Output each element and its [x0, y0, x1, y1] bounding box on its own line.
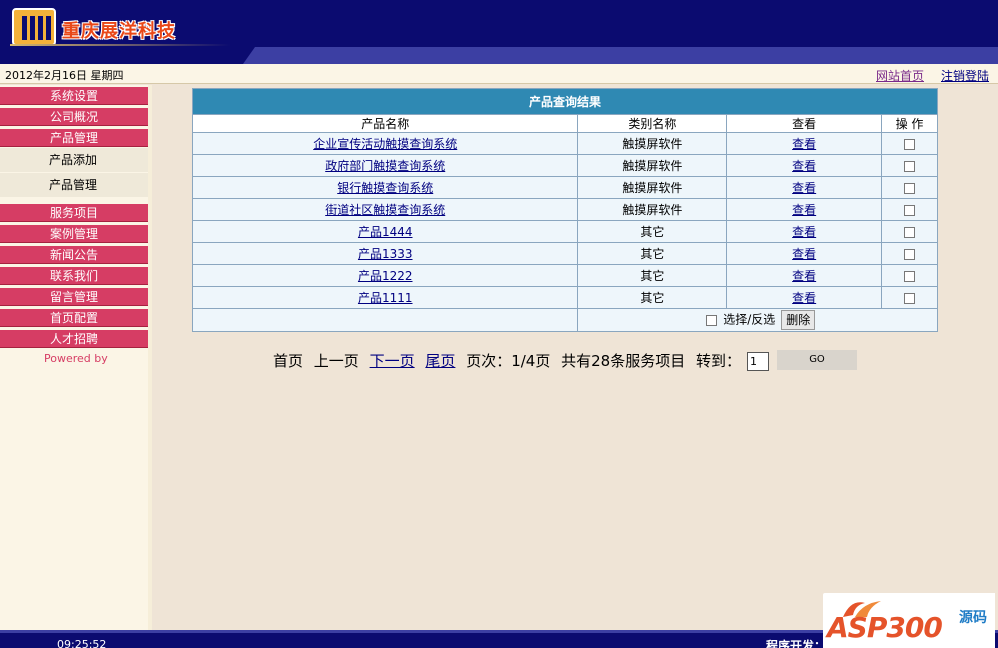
- row-checkbox[interactable]: [904, 204, 916, 216]
- product-name-link[interactable]: 产品1333: [358, 247, 413, 261]
- site-home-link[interactable]: 网站首页: [876, 67, 924, 84]
- sidebar-item-system-settings[interactable]: 系统设置: [0, 87, 148, 105]
- sidebar-item-news[interactable]: 新闻公告: [0, 246, 148, 264]
- pager-total: 共有28条服务项目: [561, 352, 686, 370]
- sidebar-item-services[interactable]: 服务项目: [0, 204, 148, 222]
- page-number-input[interactable]: 1: [747, 352, 770, 371]
- product-name-link[interactable]: 产品1444: [358, 225, 413, 239]
- table-row: 产品1111 其它 查看: [191, 286, 938, 309]
- view-link[interactable]: 查看: [792, 159, 816, 173]
- company-logo-icon: [12, 8, 56, 46]
- row-checkbox[interactable]: [904, 270, 916, 282]
- company-name: 重庆展洋科技: [62, 21, 176, 42]
- select-all-checkbox[interactable]: [706, 314, 718, 326]
- category-cell: 触摸屏软件: [577, 176, 728, 199]
- view-link[interactable]: 查看: [792, 291, 816, 305]
- watermark-text: ASP300: [827, 611, 943, 644]
- pagination: 首页 上一页 下一页 尾页 页次：1/4页 共有28条服务项目 转到： 1: [273, 350, 775, 371]
- sidebar-subitem-product-add[interactable]: 产品添加: [0, 148, 148, 172]
- category-cell: 触摸屏软件: [577, 132, 728, 155]
- category-cell: 触摸屏软件: [577, 154, 728, 177]
- bulk-action-cell: 选择/反选 删除: [577, 308, 938, 332]
- header-banner: 重庆展洋科技: [0, 0, 998, 64]
- clock-time: 09:25:52: [57, 638, 107, 648]
- column-header-category: 类别名称: [577, 114, 728, 133]
- table-row: 产品1333 其它 查看: [191, 242, 938, 265]
- row-checkbox[interactable]: [904, 182, 916, 194]
- view-link[interactable]: 查看: [792, 225, 816, 239]
- sidebar-item-recruitment[interactable]: 人才招聘: [0, 330, 148, 348]
- sidebar-item-homepage-config[interactable]: 首页配置: [0, 309, 148, 327]
- product-name-link[interactable]: 政府部门触摸查询系统: [325, 159, 445, 173]
- category-cell: 其它: [577, 264, 728, 287]
- pager-page-info: 页次：1/4页: [466, 352, 551, 370]
- row-checkbox[interactable]: [904, 292, 916, 304]
- table-header-row: 产品名称 类别名称 查看 操 作: [191, 114, 938, 133]
- sidebar-item-product-management[interactable]: 产品管理: [0, 129, 148, 147]
- go-button[interactable]: GO: [777, 350, 857, 370]
- product-name-link[interactable]: 街道社区触摸查询系统: [325, 203, 445, 217]
- category-cell: 其它: [577, 220, 728, 243]
- pager-first: 首页: [273, 352, 304, 370]
- view-link[interactable]: 查看: [792, 247, 816, 261]
- pager-goto-label: 转到：: [696, 352, 742, 370]
- sidebar: 系统设置 公司概况 产品管理 产品添加 产品管理 服务项目 案例管理 新闻公告 …: [0, 85, 152, 630]
- delete-button[interactable]: 删除: [781, 310, 816, 330]
- view-link[interactable]: 查看: [792, 269, 816, 283]
- info-bar: 2012年2月16日 星期四 网站首页 注销登陆: [0, 64, 998, 84]
- select-all-label: 选择/反选: [723, 312, 776, 327]
- footer-empty-cell: [191, 308, 579, 332]
- category-cell: 其它: [577, 286, 728, 309]
- table-row: 产品1222 其它 查看: [191, 264, 938, 287]
- category-cell: 触摸屏软件: [577, 198, 728, 221]
- product-name-link[interactable]: 企业宣传活动触摸查询系统: [313, 137, 457, 151]
- table-row: 街道社区触摸查询系统 触摸屏软件 查看: [191, 198, 938, 221]
- table-row: 银行触摸查询系统 触摸屏软件 查看: [191, 176, 938, 199]
- view-link[interactable]: 查看: [792, 203, 816, 217]
- table-row: 政府部门触摸查询系统 触摸屏软件 查看: [191, 154, 938, 177]
- row-checkbox[interactable]: [904, 138, 916, 150]
- column-header-product-name: 产品名称: [191, 114, 579, 133]
- product-name-link[interactable]: 产品1222: [358, 269, 413, 283]
- table-row: 企业宣传活动触摸查询系统 触摸屏软件 查看: [191, 132, 938, 155]
- sidebar-item-cases[interactable]: 案例管理: [0, 225, 148, 243]
- pager-next-link[interactable]: 下一页: [370, 352, 415, 370]
- column-header-action: 操 作: [881, 114, 938, 133]
- pager-last-link[interactable]: 尾页: [425, 352, 455, 370]
- product-name-link[interactable]: 银行触摸查询系统: [337, 181, 433, 195]
- asp300-watermark: ASP300 源码: [823, 593, 995, 648]
- sidebar-item-company-overview[interactable]: 公司概况: [0, 108, 148, 126]
- product-name-link[interactable]: 产品1111: [358, 291, 413, 305]
- sidebar-edge: [148, 85, 152, 630]
- row-checkbox[interactable]: [904, 248, 916, 260]
- row-checkbox[interactable]: [904, 160, 916, 172]
- sidebar-item-messages[interactable]: 留言管理: [0, 288, 148, 306]
- category-cell: 其它: [577, 242, 728, 265]
- table-title: 产品查询结果: [192, 88, 938, 115]
- sidebar-item-contact[interactable]: 联系我们: [0, 267, 148, 285]
- developer-credit: 程序开发：: [766, 639, 827, 648]
- current-date: 2012年2月16日 星期四: [5, 69, 124, 82]
- product-results-table: 产品查询结果 产品名称 类别名称 查看 操 作 企业宣传活动触摸查询系统 触摸屏…: [191, 88, 938, 332]
- column-header-view: 查看: [726, 114, 883, 133]
- logout-link[interactable]: 注销登陆: [941, 67, 989, 84]
- view-link[interactable]: 查看: [792, 137, 816, 151]
- powered-by-text: Powered by: [44, 352, 108, 365]
- table-row: 产品1444 其它 查看: [191, 220, 938, 243]
- sidebar-subitem-product-manage[interactable]: 产品管理: [0, 173, 148, 197]
- logo-underline: [10, 44, 230, 46]
- row-checkbox[interactable]: [904, 226, 916, 238]
- pager-prev: 上一页: [313, 352, 359, 370]
- header-band: [243, 47, 998, 64]
- watermark-side-text: 源码: [959, 610, 987, 626]
- view-link[interactable]: 查看: [792, 181, 816, 195]
- table-footer-row: 选择/反选 删除: [191, 308, 938, 332]
